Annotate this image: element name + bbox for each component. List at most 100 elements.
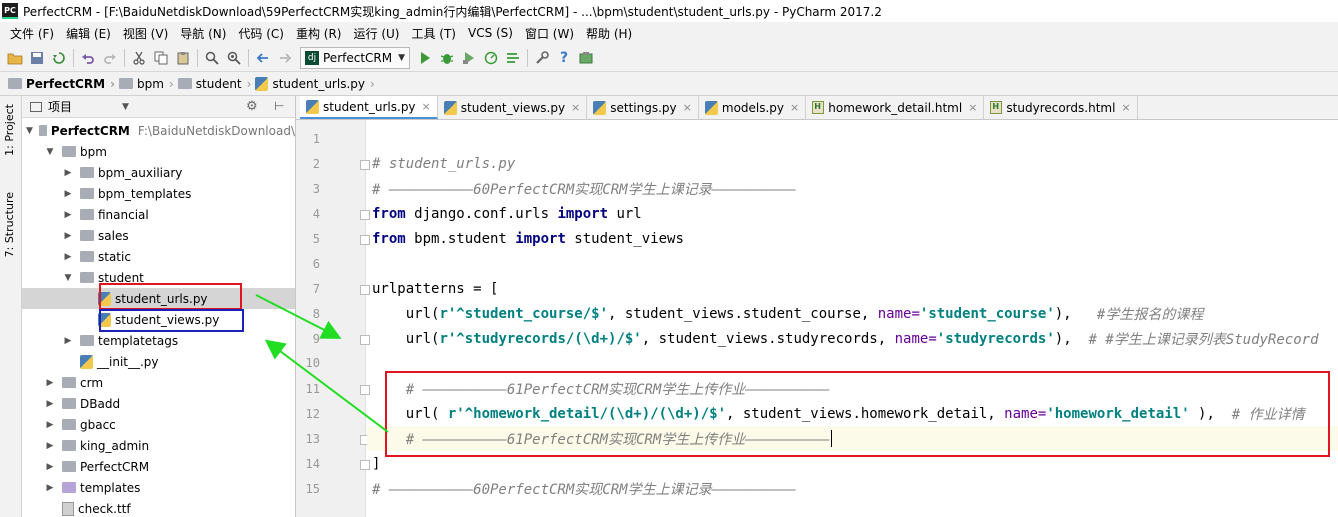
close-icon[interactable]: × bbox=[422, 100, 431, 113]
tree-item-sales[interactable]: ▶ sales bbox=[22, 225, 295, 246]
chevron-right-icon[interactable]: ▶ bbox=[44, 441, 56, 451]
chevron-right-icon[interactable]: ▶ bbox=[62, 231, 74, 241]
python-file-icon bbox=[443, 100, 457, 115]
replace-icon[interactable] bbox=[223, 47, 245, 69]
fold-marker-icon[interactable] bbox=[360, 460, 370, 470]
menu-refactor[interactable]: 重构 (R) bbox=[290, 25, 348, 42]
copy-icon[interactable] bbox=[150, 47, 172, 69]
open-folder-icon[interactable] bbox=[4, 47, 26, 69]
line-number: 2 bbox=[312, 157, 320, 171]
line-number: 8 bbox=[312, 307, 320, 321]
structure-tool-tab[interactable]: 7: Structure bbox=[3, 192, 16, 257]
tree-item-gbacc[interactable]: ▶ gbacc bbox=[22, 414, 295, 435]
tab-homework-detail[interactable]: homework_detail.html× bbox=[806, 96, 985, 119]
forward-icon[interactable] bbox=[274, 47, 296, 69]
tab-student-views[interactable]: student_views.py × bbox=[438, 96, 588, 119]
breadcrumb-bpm[interactable]: bpm › bbox=[119, 77, 174, 91]
close-icon[interactable]: × bbox=[571, 101, 580, 114]
line-number: 14 bbox=[305, 457, 320, 471]
tree-item-static[interactable]: ▶ static bbox=[22, 246, 295, 267]
paste-icon[interactable] bbox=[172, 47, 194, 69]
menu-tools[interactable]: 工具 (T) bbox=[405, 25, 462, 42]
settings-wrench-icon[interactable] bbox=[531, 47, 553, 69]
menu-navigate[interactable]: 导航 (N) bbox=[174, 25, 232, 42]
chevron-right-icon[interactable]: ▶ bbox=[44, 399, 56, 409]
menu-edit[interactable]: 编辑 (E) bbox=[60, 25, 117, 42]
tree-item-init-py[interactable]: __init__.py bbox=[22, 351, 295, 372]
breadcrumb-student-urls[interactable]: student_urls.py › bbox=[255, 76, 375, 91]
run-icon[interactable] bbox=[414, 47, 436, 69]
cut-icon[interactable] bbox=[128, 47, 150, 69]
virtualenv-icon[interactable] bbox=[575, 47, 597, 69]
chevron-right-icon[interactable]: ▶ bbox=[62, 189, 74, 199]
tree-item-bpm-auxiliary[interactable]: ▶ bpm_auxiliary bbox=[22, 162, 295, 183]
help-icon[interactable]: ? bbox=[553, 47, 575, 69]
tree-item-king-admin[interactable]: ▶ king_admin bbox=[22, 435, 295, 456]
run-config-selector[interactable]: dj PerfectCRM ▼ bbox=[300, 46, 411, 69]
menu-view[interactable]: 视图 (V) bbox=[117, 25, 174, 42]
breadcrumb-perfectcrm[interactable]: PerfectCRM › bbox=[8, 77, 115, 91]
tab-student-urls[interactable]: student_urls.py × bbox=[300, 96, 438, 119]
code-editor[interactable]: 1 2 3 4 5 6 7 8 9 11 12 13 14 15 10 # st… bbox=[296, 120, 1338, 517]
menu-help[interactable]: 帮助 (H) bbox=[580, 25, 638, 42]
tab-studyrecords[interactable]: studyrecords.html× bbox=[984, 96, 1138, 119]
tree-item-perfectcrm-root[interactable]: ▼ PerfectCRM F:\BaiduNetdiskDownload\ bbox=[22, 120, 295, 141]
profile-icon[interactable] bbox=[480, 47, 502, 69]
chevron-right-icon[interactable]: ▶ bbox=[44, 378, 56, 388]
tab-models[interactable]: models.py × bbox=[699, 96, 807, 119]
menu-window[interactable]: 窗口 (W) bbox=[519, 25, 580, 42]
project-tool-tab[interactable]: 1: Project bbox=[3, 104, 16, 156]
chevron-down-icon[interactable]: ▼ bbox=[62, 273, 74, 283]
chevron-right-icon[interactable]: ▶ bbox=[44, 483, 56, 493]
fold-marker-icon[interactable] bbox=[360, 210, 370, 220]
chevron-down-icon[interactable]: ▼ bbox=[44, 147, 56, 157]
chevron-down-icon[interactable]: ▼ bbox=[122, 102, 129, 112]
breadcrumb-student[interactable]: student › bbox=[177, 77, 251, 91]
line-number: 10 bbox=[305, 356, 320, 370]
tree-item-perfectcrm[interactable]: ▶ PerfectCRM bbox=[22, 456, 295, 477]
menu-run[interactable]: 运行 (U) bbox=[348, 25, 406, 42]
back-icon[interactable] bbox=[252, 47, 274, 69]
tree-item-bpm[interactable]: ▼ bpm bbox=[22, 141, 295, 162]
close-icon[interactable]: × bbox=[683, 101, 692, 114]
project-panel-title[interactable]: 项目 bbox=[48, 98, 72, 115]
tree-item-check-ttf[interactable]: check.ttf bbox=[22, 498, 295, 517]
chevron-down-icon: ▼ bbox=[398, 52, 406, 63]
fold-marker-icon[interactable] bbox=[360, 385, 370, 395]
tab-settings[interactable]: settings.py × bbox=[587, 96, 699, 119]
close-icon[interactable]: × bbox=[968, 101, 977, 114]
fold-marker-icon[interactable] bbox=[360, 335, 370, 345]
gear-icon[interactable]: ⚙ bbox=[246, 99, 258, 114]
sync-icon[interactable] bbox=[48, 47, 70, 69]
hide-panel-icon[interactable]: ⊢ bbox=[274, 99, 284, 113]
tree-item-templates[interactable]: ▶ templates bbox=[22, 477, 295, 498]
redo-icon[interactable] bbox=[99, 47, 121, 69]
undo-icon[interactable] bbox=[77, 47, 99, 69]
fold-marker-icon[interactable] bbox=[360, 235, 370, 245]
tree-item-crm[interactable]: ▶ crm bbox=[22, 372, 295, 393]
chevron-right-icon[interactable]: ▶ bbox=[44, 420, 56, 430]
tree-item-dbadd[interactable]: ▶ DBadd bbox=[22, 393, 295, 414]
close-icon[interactable]: × bbox=[1121, 101, 1130, 114]
run-coverage-icon[interactable] bbox=[458, 47, 480, 69]
chevron-right-icon[interactable]: ▶ bbox=[62, 336, 74, 346]
concurrency-icon[interactable] bbox=[502, 47, 524, 69]
chevron-down-icon[interactable]: ▼ bbox=[26, 126, 33, 136]
debug-icon[interactable] bbox=[436, 47, 458, 69]
menu-vcs[interactable]: VCS (S) bbox=[462, 26, 519, 40]
fold-marker-icon[interactable] bbox=[360, 160, 370, 170]
tree-item-bpm-templates[interactable]: ▶ bpm_templates bbox=[22, 183, 295, 204]
tree-item-templatetags[interactable]: ▶ templatetags bbox=[22, 330, 295, 351]
chevron-right-icon[interactable]: ▶ bbox=[62, 168, 74, 178]
menu-code[interactable]: 代码 (C) bbox=[232, 25, 290, 42]
chevron-right-icon[interactable]: ▶ bbox=[44, 462, 56, 472]
close-icon[interactable]: × bbox=[790, 101, 799, 114]
save-icon[interactable] bbox=[26, 47, 48, 69]
tree-item-financial[interactable]: ▶ financial bbox=[22, 204, 295, 225]
find-icon[interactable] bbox=[201, 47, 223, 69]
chevron-right-icon[interactable]: ▶ bbox=[62, 252, 74, 262]
menu-file[interactable]: 文件 (F) bbox=[4, 25, 60, 42]
fold-marker-icon[interactable] bbox=[360, 285, 370, 295]
code-line-9: url(r'^studyrecords/(\d+)/$', student_vi… bbox=[372, 330, 1319, 348]
chevron-right-icon[interactable]: ▶ bbox=[62, 210, 74, 220]
